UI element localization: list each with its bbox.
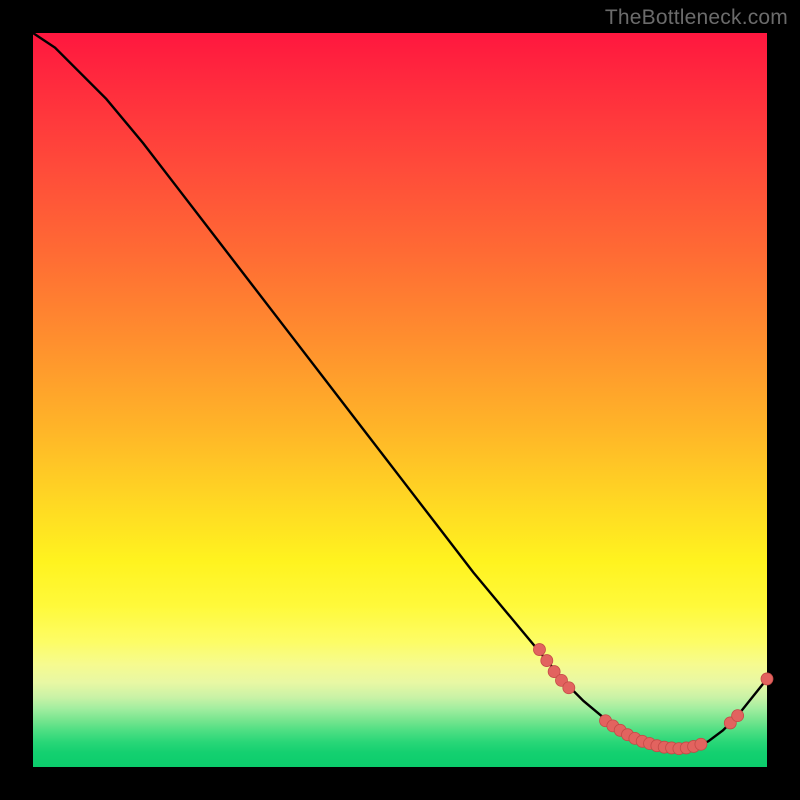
curve-marker — [541, 655, 553, 667]
curve-marker — [533, 644, 545, 656]
watermark-text: TheBottleneck.com — [605, 6, 788, 30]
plot-area — [33, 33, 767, 767]
curve-marker — [732, 710, 744, 722]
curve-svg — [33, 33, 767, 767]
curve-marker — [761, 673, 773, 685]
curve-marker — [563, 682, 575, 694]
bottleneck-curve — [33, 33, 767, 749]
chart-frame: TheBottleneck.com — [0, 0, 800, 800]
curve-markers — [533, 644, 773, 755]
curve-marker — [695, 738, 707, 750]
